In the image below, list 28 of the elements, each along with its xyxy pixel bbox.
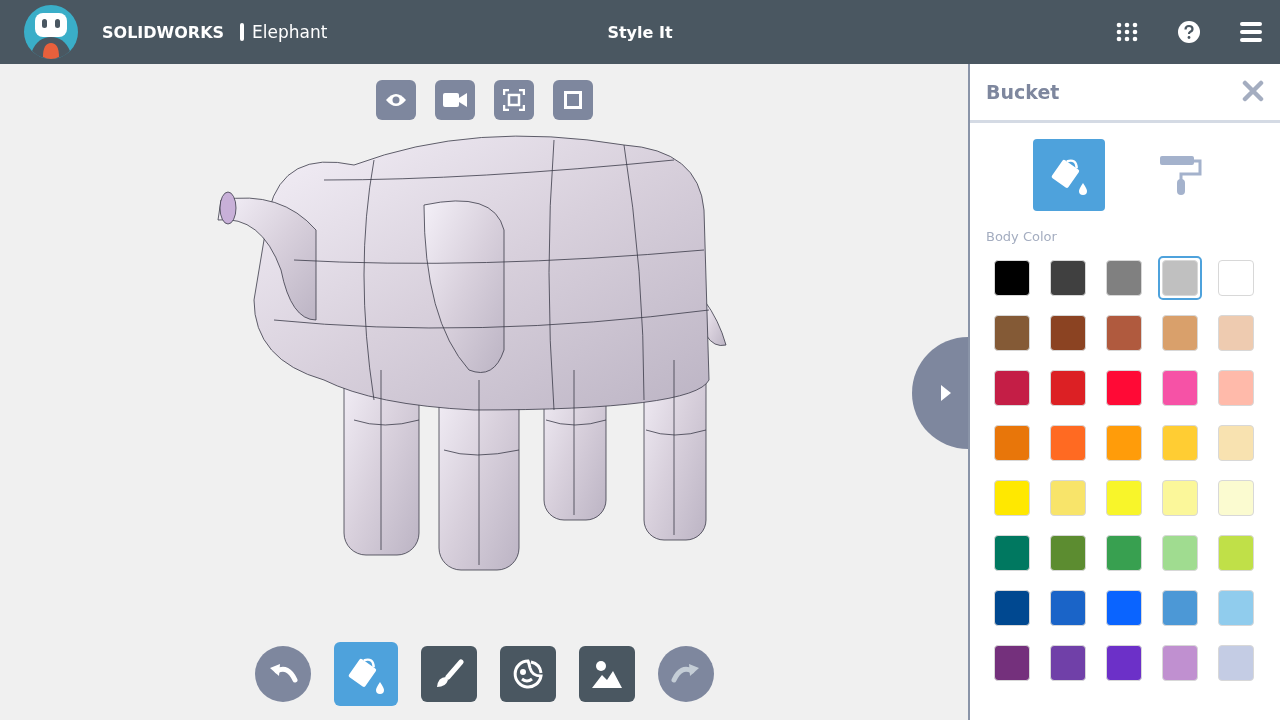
panel-title: Bucket [986, 81, 1060, 103]
sticker-icon [511, 658, 544, 690]
fit-view-button[interactable] [493, 80, 534, 120]
document-name: Elephant [252, 22, 328, 42]
apps-grid-icon[interactable] [1116, 22, 1138, 42]
fit-view-icon [502, 89, 525, 111]
sticker-tool-button[interactable] [499, 646, 556, 702]
square-icon [563, 91, 582, 109]
eye-view-button[interactable] [375, 80, 416, 120]
brush-tool-button[interactable] [420, 646, 477, 702]
camera-view-button[interactable] [434, 80, 475, 120]
redo-icon [670, 663, 701, 685]
section-label: Body Color [986, 229, 1058, 244]
video-camera-icon [442, 92, 467, 108]
help-icon[interactable] [1178, 21, 1200, 43]
close-icon [1242, 79, 1264, 102]
brand-name: SOLIDWORKS [102, 22, 225, 42]
square-view-button[interactable] [552, 80, 593, 120]
paint-roller-icon [1160, 154, 1202, 196]
bucket-mode-button[interactable] [1033, 139, 1105, 211]
bucket-tool-button[interactable] [333, 642, 398, 706]
caret-right-icon [941, 385, 951, 401]
eye-icon [384, 93, 407, 107]
image-tool-button[interactable] [578, 646, 635, 702]
menu-icon[interactable] [1240, 22, 1262, 42]
image-icon [591, 660, 622, 688]
robot-avatar-icon [24, 5, 78, 59]
page-title: Style It [607, 22, 673, 42]
